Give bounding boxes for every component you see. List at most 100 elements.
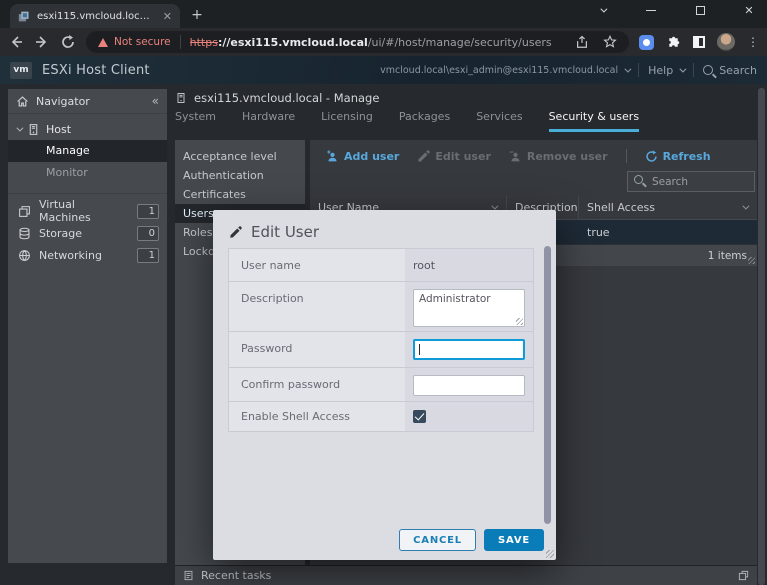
subnav-acceptance-level[interactable]: Acceptance level <box>175 147 305 166</box>
tab-packages[interactable]: Packages <box>399 110 450 132</box>
tab-licensing[interactable]: Licensing <box>321 110 373 132</box>
sidebar-item-monitor[interactable]: Monitor <box>8 162 167 184</box>
form-row-confirm-password: Confirm password <box>229 368 533 402</box>
window-menu-chevron-icon[interactable] <box>596 4 608 16</box>
window-close-icon[interactable]: ✕ <box>743 4 755 16</box>
sidebar-item-storage[interactable]: Storage 0 <box>8 222 167 244</box>
back-icon[interactable] <box>8 34 24 50</box>
browser-window: esxi115.vmcloud.local - VMware ✕ + ✕ Not… <box>0 0 767 585</box>
header-divider <box>638 63 639 77</box>
networking-icon <box>18 249 31 262</box>
edit-user-dialog: Edit User User name root Description Adm… <box>213 210 556 560</box>
form-row-password: Password <box>229 332 533 368</box>
help-label: Help <box>648 64 673 77</box>
dialog-scrollbar[interactable] <box>544 246 551 524</box>
refresh-icon <box>645 150 658 163</box>
column-label: Shell Access <box>587 201 655 214</box>
global-search[interactable]: Search <box>703 64 757 77</box>
url-field[interactable]: Not secure https://esxi115.vmcloud.local… <box>86 31 629 53</box>
column-menu-chevron-icon[interactable] <box>491 203 498 210</box>
host-icon <box>175 92 187 104</box>
recorder-extension-icon[interactable] <box>639 35 654 50</box>
header-divider <box>693 63 694 77</box>
count-badge: 1 <box>137 248 159 263</box>
sidebar-item-networking[interactable]: Networking 1 <box>8 244 167 266</box>
textarea-resize-grip-icon[interactable] <box>516 318 523 325</box>
add-user-button[interactable]: Add user <box>326 150 399 163</box>
resize-grip-icon[interactable] <box>748 257 755 264</box>
share-icon[interactable] <box>575 35 589 49</box>
confirm-password-label: Confirm password <box>229 368 405 401</box>
table-search <box>627 170 755 193</box>
edit-user-label: Edit user <box>435 150 491 163</box>
virtual-machines-icon <box>18 205 31 218</box>
remove-user-label: Remove user <box>527 150 608 163</box>
count-badge: 1 <box>137 204 159 219</box>
tab-system[interactable]: System <box>175 110 216 132</box>
url-host: ://esxi115.vmcloud.local <box>218 36 368 49</box>
extensions-puzzle-icon[interactable] <box>666 35 681 50</box>
address-bar: Not secure https://esxi115.vmcloud.local… <box>0 28 767 56</box>
remove-user-button[interactable]: Remove user <box>509 150 608 163</box>
password-label: Password <box>229 332 405 367</box>
collapse-navigator-icon[interactable]: « <box>152 94 159 108</box>
sidebar-item-host[interactable]: Host <box>8 118 167 140</box>
column-menu-chevron-icon[interactable] <box>742 203 749 210</box>
vmware-logo: vm <box>10 62 32 79</box>
page-scrollbar[interactable] <box>758 88 765 585</box>
subnav-authentication[interactable]: Authentication <box>175 166 305 185</box>
expand-tasks-icon[interactable] <box>738 570 749 581</box>
manage-tabs: System Hardware Licensing Packages Servi… <box>175 108 757 132</box>
table-search-input[interactable] <box>627 171 755 192</box>
window-minimize-icon[interactable] <box>645 4 657 16</box>
sidebar-item-manage[interactable]: Manage <box>8 140 167 162</box>
enable-shell-access-checkbox[interactable] <box>413 410 426 423</box>
window-maximize-icon[interactable] <box>694 4 706 16</box>
bookmark-star-icon[interactable] <box>603 35 617 49</box>
browser-menu-icon[interactable]: ⋮ <box>747 35 759 49</box>
column-header-shell-access[interactable]: Shell Access <box>579 196 757 219</box>
home-icon <box>16 95 29 108</box>
count-badge: 0 <box>137 226 159 241</box>
dark-mode-extension-icon[interactable] <box>693 36 705 48</box>
help-menu[interactable]: Help <box>648 64 684 77</box>
not-secure-warning-icon <box>98 38 108 47</box>
tab-security-users[interactable]: Security & users <box>549 110 639 132</box>
forward-icon[interactable] <box>34 34 50 50</box>
description-label: Description <box>229 282 405 331</box>
description-textarea[interactable]: Administrator <box>413 289 525 327</box>
product-title: ESXi Host Client <box>42 63 150 78</box>
app-header: vm ESXi Host Client vmcloud.local\esxi_a… <box>0 56 767 84</box>
enable-shell-access-label: Enable Shell Access <box>229 402 405 431</box>
password-input[interactable] <box>413 339 525 360</box>
subnav-certificates[interactable]: Certificates <box>175 185 305 204</box>
browser-tab[interactable]: esxi115.vmcloud.local - VMware ✕ <box>10 4 180 28</box>
new-tab-button[interactable]: + <box>188 7 206 25</box>
text-caret <box>419 344 420 355</box>
cancel-button[interactable]: CANCEL <box>399 529 476 551</box>
storage-icon <box>18 227 31 240</box>
tab-services[interactable]: Services <box>476 110 522 132</box>
navigator-column: Navigator « Host Manage Monitor Virtual … <box>0 84 167 585</box>
sidebar-item-virtual-machines[interactable]: Virtual Machines 1 <box>8 200 167 222</box>
tasks-icon <box>183 570 194 581</box>
user-name-label: User name <box>229 249 405 281</box>
tab-hardware[interactable]: Hardware <box>242 110 295 132</box>
pencil-icon <box>229 226 242 239</box>
reload-icon[interactable] <box>60 34 76 50</box>
account-menu[interactable]: vmcloud.local\esxi_admin@esxi115.vmcloud… <box>380 65 629 76</box>
recent-tasks-label: Recent tasks <box>201 569 271 582</box>
navigator-panel: Navigator « Host Manage Monitor Virtual … <box>8 89 167 563</box>
toolbar-divider <box>626 149 627 163</box>
refresh-button[interactable]: Refresh <box>645 150 711 163</box>
profile-avatar[interactable] <box>717 33 735 51</box>
dialog-resize-grip-icon[interactable] <box>546 550 554 558</box>
edit-user-button[interactable]: Edit user <box>417 150 491 163</box>
save-button[interactable]: SAVE <box>484 529 544 551</box>
item-label: Virtual Machines <box>39 198 129 224</box>
confirm-password-input[interactable] <box>413 375 525 396</box>
tab-close-icon[interactable]: ✕ <box>163 11 172 22</box>
navigator-title: Navigator <box>36 95 90 108</box>
not-secure-label: Not secure <box>114 36 171 48</box>
tree-expand-chevron-icon[interactable] <box>16 124 23 131</box>
